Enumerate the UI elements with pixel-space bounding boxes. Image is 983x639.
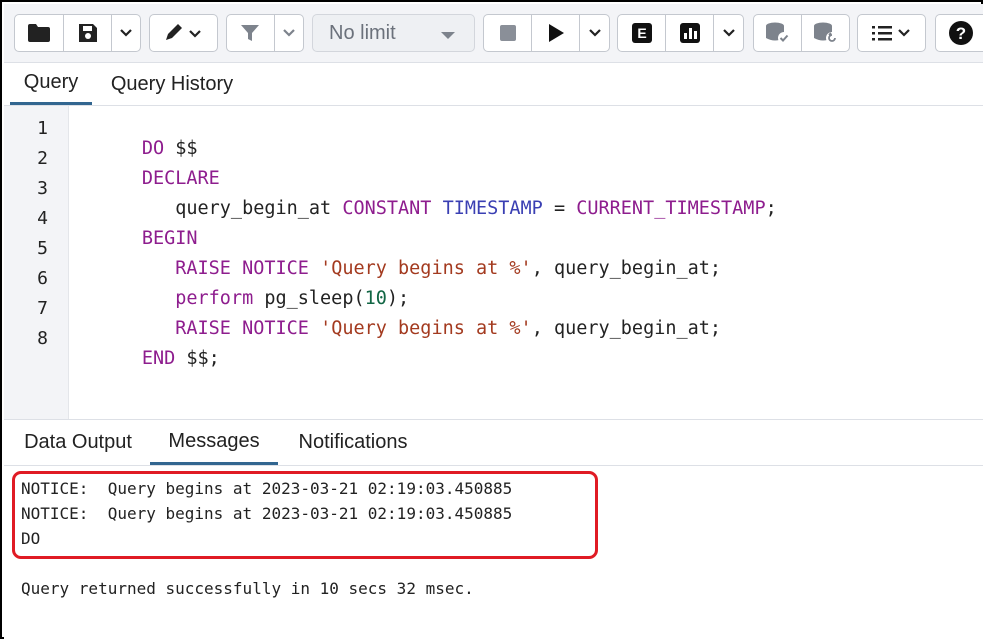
editor-tabs: Query Query History [4,63,983,106]
row-limit-value: No limit [329,21,396,44]
macros-button[interactable] [858,15,925,51]
open-file-button[interactable] [15,15,63,51]
code-token: ; [765,198,777,219]
line-number: 4 [37,208,48,229]
play-icon [548,24,564,42]
code-token: CONSTANT [342,198,432,219]
tab-notifications-label: Notifications [298,431,408,453]
rollback-button[interactable] [801,15,849,51]
tab-data-output[interactable]: Data Output [14,420,142,465]
notice-line: NOTICE: Query begins at 2023-03-21 02:19… [21,479,513,498]
code-token: = [542,198,577,219]
chevron-down-icon [722,29,735,37]
tab-query[interactable]: Query [10,63,92,105]
edit-pen-icon [165,24,201,40]
tab-query-label: Query [23,71,79,93]
code-token: , query_begin_at; [531,318,722,339]
filter-options-dropdown[interactable] [273,15,303,51]
edit-pen-button[interactable] [150,15,217,51]
file-button-group [14,14,141,52]
rollback-icon [813,22,838,44]
svg-text:E: E [637,25,646,41]
help-button[interactable]: ? [935,14,983,52]
code-token: TIMESTAMP [442,198,543,219]
line-number-gutter: 1 2 3 4 5 6 7 8 [4,106,69,419]
chevron-down-icon [120,29,132,37]
code-token: NOTICE [242,318,309,339]
line-number: 7 [37,298,48,319]
code-line: END $$; [75,327,220,390]
line-number: 1 [37,118,48,139]
filter-button[interactable] [227,15,274,51]
messages-panel: NOTICE: Query begins at 2023-03-21 02:19… [4,466,983,639]
explain-button[interactable]: E [618,15,665,51]
tab-query-history[interactable]: Query History [99,63,245,105]
tab-notifications[interactable]: Notifications [286,420,420,465]
tab-messages-label: Messages [168,429,260,452]
tab-data-output-label: Data Output [24,431,132,453]
execute-button[interactable] [531,15,579,51]
sql-editor[interactable]: 1 2 3 4 5 6 7 8 DO $$ DECLARE query_begi… [4,106,983,420]
filter-icon [241,25,260,41]
row-limit-select[interactable]: No limit [312,14,475,52]
line-number: 3 [37,178,48,199]
line-number: 6 [37,268,48,289]
result-tabs: Data Output Messages Notifications [4,420,983,466]
line-number: 8 [37,328,48,349]
caret-down-icon [441,32,455,39]
help-icon: ? [948,21,973,45]
stop-button[interactable] [484,15,531,51]
explain-analyze-button[interactable] [665,15,713,51]
transaction-button-group [753,14,850,52]
execute-button-group [483,14,610,52]
svg-text:?: ? [955,24,965,43]
code-token: , query_begin_at; [531,258,722,279]
chevron-down-icon [588,29,601,37]
stop-icon [499,25,516,41]
query-tool-window: No limit E ? Query Query History 1 2 3 4… [0,0,983,639]
chevron-down-icon [283,29,295,37]
folder-open-icon [28,24,50,42]
code-token: CURRENT_TIMESTAMP [576,198,766,219]
tab-query-history-label: Query History [110,72,234,95]
save-options-dropdown[interactable] [111,15,140,51]
explain-button-group: E [617,14,744,52]
line-number: 2 [37,148,48,169]
filter-button-group [226,14,304,52]
code-token: END [141,348,176,369]
commit-icon [765,22,790,44]
save-file-button[interactable] [63,15,111,51]
tab-messages[interactable]: Messages [150,420,278,465]
query-result-summary: Query returned successfully in 10 secs 3… [21,579,474,598]
save-icon [78,24,97,42]
execute-options-dropdown[interactable] [579,15,609,51]
code-token: 'Query begins at %' [320,318,532,339]
notice-line: NOTICE: Query begins at 2023-03-21 02:19… [21,504,513,523]
macros-icon [871,26,910,41]
notice-line: DO [21,529,41,548]
code-token: $$; [175,348,220,369]
explain-options-dropdown[interactable] [713,15,743,51]
help-button-inner[interactable]: ? [936,15,983,51]
explain-icon: E [631,23,652,43]
macros-menu-button[interactable] [857,14,926,52]
line-number: 5 [37,238,48,259]
explain-analyze-icon [679,23,700,43]
edit-menu-button[interactable] [149,14,218,52]
query-toolbar: No limit E ? [4,4,983,63]
commit-button[interactable] [754,15,801,51]
